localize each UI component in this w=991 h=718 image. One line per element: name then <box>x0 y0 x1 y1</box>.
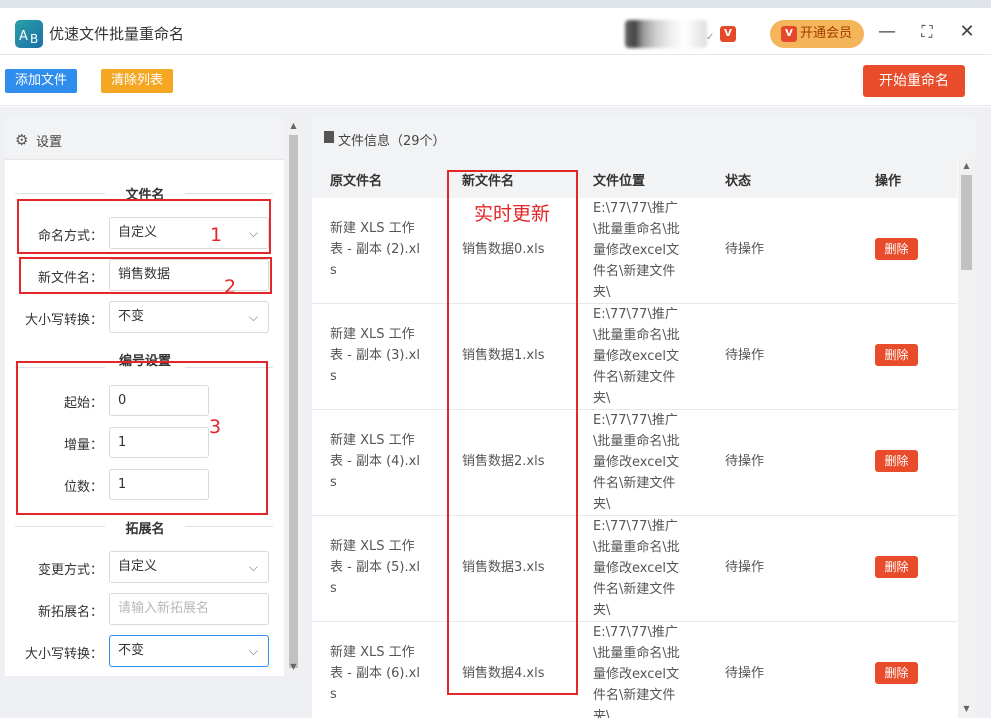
status-cell: 待操作 <box>725 348 765 363</box>
status-cell: 待操作 <box>725 242 765 257</box>
location-cell: E:\77\77\推广 \批量重命名\批 量修改excel文 件名\新建文件 夹\ <box>593 307 680 406</box>
table-row: 新建 XLS 工作表 - 副本 (5).xl s 销售数据3.xls E:\77\… <box>312 516 957 622</box>
table-row: 新建 XLS 工作表 - 副本 (3).xl s 销售数据1.xls E:\77\… <box>312 304 957 410</box>
location-cell: E:\77\77\推广 \批量重命名\批 量修改excel文 件名\新建文件 夹\ <box>593 519 680 618</box>
settings-scroll-thumb[interactable] <box>289 135 298 668</box>
delete-button[interactable]: 删除 <box>875 238 918 260</box>
annotation-box-1 <box>17 199 271 254</box>
location-cell: E:\77\77\推广 \批量重命名\批 量修改excel文 件名\新建文件 夹\ <box>593 413 680 512</box>
user-avatar[interactable] <box>625 20 707 48</box>
column-status: 状态 <box>725 174 752 189</box>
maximize-button[interactable]: ⛶ <box>915 20 939 44</box>
original-name-cell: 新建 XLS 工作表 - 副本 (4).xl s <box>330 433 420 490</box>
file-list-scrollbar[interactable]: ▲ ▼ <box>958 158 975 718</box>
file-info-title: 文件信息（29个） <box>338 134 446 149</box>
settings-title: 设置 <box>36 135 63 150</box>
column-location: 文件位置 <box>593 174 646 189</box>
app-logo: A B <box>15 20 43 48</box>
case-convert-select[interactable]: 不变 ⌵ <box>109 301 269 333</box>
toolbar: 添加文件 清除列表 开始重命名 <box>0 56 991 106</box>
open-vip-button[interactable]: V 开通会员 <box>770 20 864 48</box>
vip-icon: V <box>781 26 797 42</box>
column-action: 操作 <box>875 174 902 189</box>
scroll-down-arrow-icon[interactable]: ▼ <box>287 662 300 671</box>
original-name-cell: 新建 XLS 工作表 - 副本 (2).xl s <box>330 221 420 278</box>
ext-mode-label: 变更方式： <box>37 563 103 578</box>
chevron-down-icon: ⌵ <box>248 310 258 324</box>
start-rename-button[interactable]: 开始重命名 <box>863 65 965 97</box>
case-convert-label: 大小写转换： <box>24 313 103 328</box>
file-info-panel: 文件信息（29个） 原文件名 新文件名 文件位置 状态 操作 新建 XLS 工作… <box>312 118 975 718</box>
minimize-button[interactable]: — <box>875 20 899 44</box>
location-cell: E:\77\77\推广 \批量重命名\批 量修改excel文 件名\新建文件 夹\ <box>593 201 680 300</box>
status-cell: 待操作 <box>725 454 765 469</box>
clear-list-button[interactable]: 清除列表 <box>101 69 173 93</box>
scroll-down-arrow-icon[interactable]: ▼ <box>958 704 975 713</box>
ext-mode-select[interactable]: 自定义 ⌵ <box>109 551 269 583</box>
column-original-name: 原文件名 <box>330 174 383 189</box>
annotation-label-1: 1 <box>210 224 223 246</box>
delete-button[interactable]: 删除 <box>875 450 918 472</box>
delete-button[interactable]: 删除 <box>875 556 918 578</box>
location-cell: E:\77\77\推广 \批量重命名\批 量修改excel文 件名\新建文件 夹\ <box>593 625 680 718</box>
file-info-header: 文件信息（29个） <box>312 118 975 158</box>
ext-case-select[interactable]: 不变 ⌵ <box>109 635 269 667</box>
file-list-scroll-thumb[interactable] <box>961 175 972 270</box>
status-cell: 待操作 <box>725 560 765 575</box>
title-bar: A B 优速文件批量重命名 ✓ V V 开通会员 — ⛶ ✕ <box>0 8 991 55</box>
annotation-box-new-name <box>447 170 578 695</box>
vip-badge-icon: V <box>720 26 736 42</box>
annotation-label-3: 3 <box>209 416 222 438</box>
settings-scrollbar[interactable]: ▲ ▼ <box>287 118 300 676</box>
app-title: 优速文件批量重命名 <box>49 25 185 43</box>
delete-button[interactable]: 删除 <box>875 662 918 684</box>
original-name-cell: 新建 XLS 工作表 - 副本 (6).xl s <box>330 645 420 702</box>
ext-mode-value: 自定义 <box>118 559 158 574</box>
gear-icon: ⚙ <box>15 131 29 149</box>
chevron-down-icon: ⌵ <box>248 644 258 658</box>
add-files-button[interactable]: 添加文件 <box>5 69 77 93</box>
open-vip-label: 开通会员 <box>800 26 853 41</box>
close-button[interactable]: ✕ <box>955 20 979 44</box>
case-convert-value: 不变 <box>118 309 145 324</box>
document-icon <box>324 131 334 143</box>
table-row: 新建 XLS 工作表 - 副本 (4).xl s 销售数据2.xls E:\77\… <box>312 410 957 516</box>
scroll-up-arrow-icon[interactable]: ▲ <box>958 161 975 170</box>
table-row: 新建 XLS 工作表 - 副本 (6).xl s 销售数据4.xls E:\77\… <box>312 622 957 718</box>
new-ext-label: 新拓展名： <box>37 605 103 620</box>
original-name-cell: 新建 XLS 工作表 - 副本 (3).xl s <box>330 327 420 384</box>
ext-case-value: 不变 <box>118 643 145 658</box>
status-cell: 待操作 <box>725 666 765 681</box>
table-row: 新建 XLS 工作表 - 副本 (2).xl s 销售数据0.xls E:\77\… <box>312 198 957 304</box>
ext-section-title: 拓展名 <box>105 518 185 537</box>
window-top-strip <box>0 0 991 8</box>
original-name-cell: 新建 XLS 工作表 - 副本 (5).xl s <box>330 539 420 596</box>
ext-case-label: 大小写转换： <box>24 647 103 662</box>
delete-button[interactable]: 删除 <box>875 344 918 366</box>
user-menu-icon[interactable]: ✓ <box>706 32 714 43</box>
table-header: 原文件名 新文件名 文件位置 状态 操作 <box>312 158 957 198</box>
annotation-box-3 <box>16 361 268 515</box>
annotation-label-2: 2 <box>224 276 237 298</box>
settings-header: ⚙ 设置 <box>5 118 284 160</box>
chevron-down-icon: ⌵ <box>248 560 258 574</box>
annotation-realtime-label: 实时更新 <box>474 203 551 225</box>
scroll-up-arrow-icon[interactable]: ▲ <box>287 121 300 130</box>
new-ext-input[interactable]: 请输入新拓展名 <box>109 593 269 625</box>
